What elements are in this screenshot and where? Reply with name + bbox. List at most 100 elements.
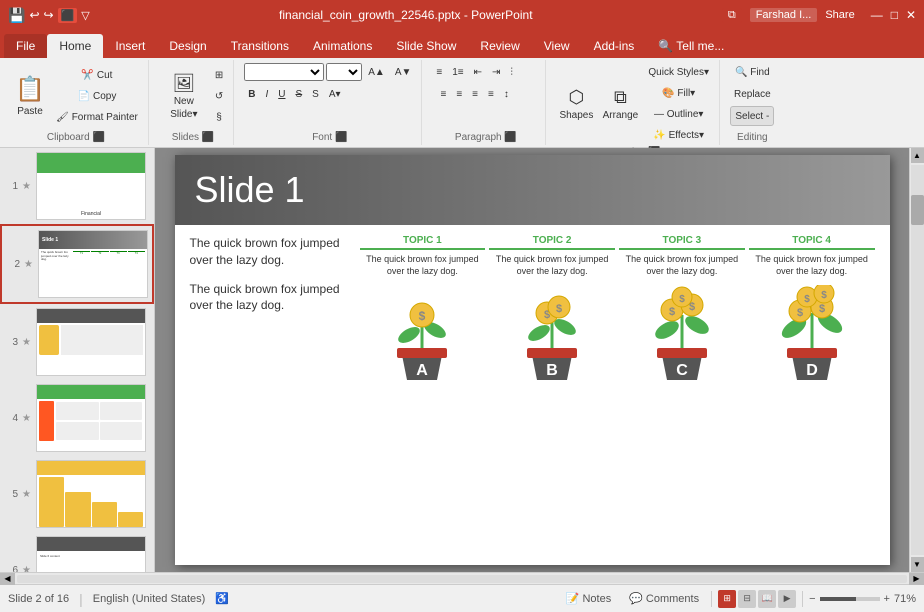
shadow-button[interactable]: S [308,84,323,104]
normal-view-btn[interactable]: ⊞ [718,590,736,608]
slide-thumb-3 [36,308,146,376]
tab-insert[interactable]: Insert [103,34,157,58]
slide-item-4[interactable]: 4 ★ [0,380,154,456]
decrease-indent-btn[interactable]: ⇤ [470,62,486,82]
reading-view-btn[interactable]: 📖 [758,590,776,608]
strikethrough-button[interactable]: S [291,84,306,104]
font-color-button[interactable]: A▾ [325,84,345,104]
tab-animations[interactable]: Animations [301,34,384,58]
slide-item-5[interactable]: 5 ★ [0,456,154,532]
slideshow-view-btn[interactable]: ▶ [778,590,796,608]
slide-thumb-5 [36,460,146,528]
italic-button[interactable]: I [261,84,272,104]
zoom-in-btn[interactable]: + [884,593,890,605]
slide-left-text-1: The quick brown fox jumped over the lazy… [190,235,350,269]
ribbon-group-paragraph: ≡ 1≡ ⇤ ⇥ ⫶ ≡ ≡ ≡ ≡ ↕ Paragraph ⬛ [426,60,546,145]
window-right-controls[interactable]: ⧉ Farshad I... Share — □ ✕ [722,8,916,23]
topic-label-1: TOPIC 1 [360,235,486,250]
ribbon-tabs: File Home Insert Design Transitions Anim… [0,30,924,58]
columns-btn[interactable]: ⫶ [506,62,517,82]
shape-effects-btn[interactable]: ✨ Effects▾ [644,125,713,145]
plant-b: $ $ B [489,285,615,385]
decrease-font-btn[interactable]: A▼ [391,62,416,82]
tab-design[interactable]: Design [157,34,218,58]
tab-file[interactable]: File [4,34,47,58]
topic-col-3: TOPIC 3 The quick brown fox jumped over … [619,235,745,277]
center-button[interactable]: ≡ [452,84,466,104]
close-btn[interactable]: ✕ [906,8,916,22]
svg-text:$: $ [419,309,426,323]
canvas-area[interactable]: Slide 1 The quick brown fox jumped over … [155,148,909,572]
font-size-select[interactable] [326,63,362,81]
copy-button[interactable]: 📄Copy [52,86,142,106]
line-spacing-btn[interactable]: ↕ [500,84,513,104]
tab-view[interactable]: View [532,34,582,58]
paste-button[interactable]: 📋 Paste [10,66,50,126]
topic-text-1: The quick brown fox jumped over the lazy… [360,254,486,277]
tab-review[interactable]: Review [468,34,531,58]
slide-right-content: TOPIC 1 The quick brown fox jumped over … [360,235,875,555]
increase-font-btn[interactable]: A▲ [364,62,389,82]
find-button[interactable]: 🔍 Find [731,62,774,82]
slide-item-6[interactable]: 6 ★ Slide 6 content [0,532,154,572]
align-left-button[interactable]: ≡ [436,84,450,104]
format-painter-button[interactable]: 🖌Format Painter [52,107,142,127]
bold-button[interactable]: B [244,84,259,104]
svg-text:$: $ [804,294,810,305]
justify-button[interactable]: ≡ [484,84,498,104]
window-title: financial_coin_growth_22546.pptx - Power… [90,8,722,22]
plant-d: $ $ $ $ D [749,285,875,385]
shape-fill-btn[interactable]: 🎨 Fill▾ [644,83,713,103]
restore-btn[interactable]: □ [891,8,898,22]
topic-text-3: The quick brown fox jumped over the lazy… [619,254,745,277]
comments-button[interactable]: 💬 Comments [623,590,705,607]
section-button[interactable]: § [211,107,227,127]
notes-label: Notes [582,593,611,605]
font-label: Font ⬛ [244,130,415,143]
underline-button[interactable]: U [274,84,289,104]
bullets-button[interactable]: ≡ [432,62,446,82]
notes-button[interactable]: 📝 Notes [560,590,617,607]
shapes-button[interactable]: ⬡ Shapes [556,74,596,134]
plant-a: $ A [360,285,486,385]
replace-button[interactable]: Replace [730,84,775,104]
reset-button[interactable]: ↺ [211,86,227,106]
svg-text:$: $ [821,290,827,301]
window-left-controls[interactable]: 💾 ↩ ↪ ⬛ ▽ [8,7,90,24]
tab-addins[interactable]: Add-ins [582,34,647,58]
font-family-select[interactable] [244,63,324,81]
slide-header: Slide 1 [175,155,890,225]
tab-home[interactable]: Home [47,34,103,58]
user-name: Farshad I... [750,8,818,22]
minimize-btn[interactable]: — [871,8,883,22]
svg-text:C: C [676,362,688,379]
zoom-out-btn[interactable]: − [809,593,815,605]
slide-sorter-btn[interactable]: ⊟ [738,590,756,608]
zoom-bar[interactable]: − + 71% [809,593,916,605]
language-info: English (United States) [93,593,206,605]
topic-text-4: The quick brown fox jumped over the lazy… [749,254,875,277]
layout-button[interactable]: ⊞ [211,65,227,85]
increase-indent-btn[interactable]: ⇥ [488,62,504,82]
horizontal-scrollbar[interactable]: ◀ ▶ [0,572,924,584]
numbering-button[interactable]: 1≡ [448,62,467,82]
shape-outline-btn[interactable]: — Outline▾ [644,104,713,124]
slide-item-3[interactable]: 3 ★ [0,304,154,380]
tab-transitions[interactable]: Transitions [219,34,301,58]
align-right-button[interactable]: ≡ [468,84,482,104]
tab-tellme[interactable]: 🔍 Tell me... [646,34,736,58]
new-slide-button[interactable]: 🖼 NewSlide▾ [159,66,209,126]
cut-button[interactable]: ✂️Cut [52,65,142,85]
slide-item-1[interactable]: 1 ★ Financial [0,148,154,224]
topic-text-2: The quick brown fox jumped over the lazy… [489,254,615,277]
vertical-scrollbar[interactable]: ▲ ▼ [909,148,924,572]
tab-slideshow[interactable]: Slide Show [384,34,468,58]
select-button[interactable]: Select - [730,106,774,126]
quick-styles-button[interactable]: Quick Styles▾ [644,62,713,82]
slide-canvas: Slide 1 The quick brown fox jumped over … [175,155,890,565]
arrange-button[interactable]: ⧉ Arrange [600,74,640,134]
slide-body: The quick brown fox jumped over the lazy… [175,225,890,565]
title-bar: 💾 ↩ ↪ ⬛ ▽ financial_coin_growth_22546.pp… [0,0,924,30]
slide-item-2[interactable]: 2 ★ Slide 1 The quick brown fox jumped o… [0,224,154,304]
comments-label: Comments [646,593,699,605]
